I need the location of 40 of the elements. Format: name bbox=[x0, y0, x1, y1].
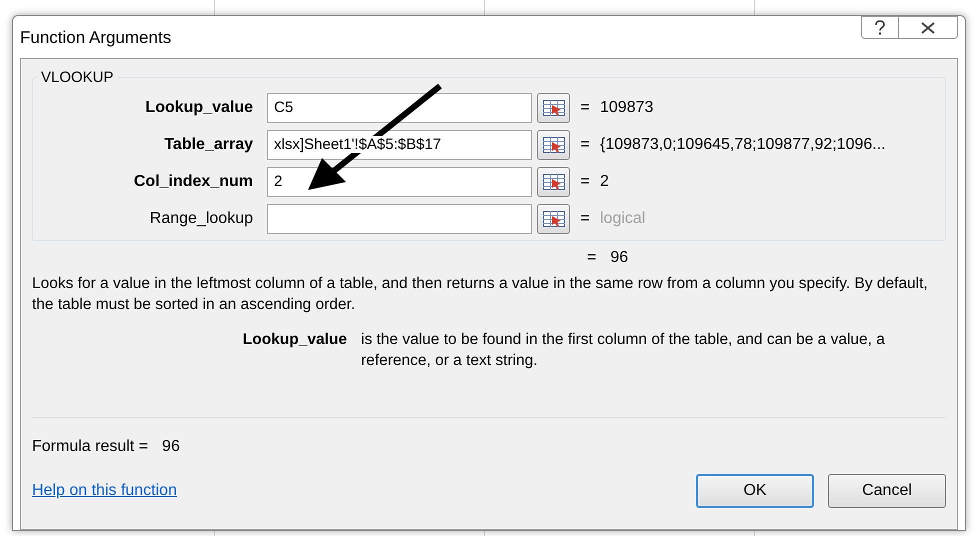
window-title: Function Arguments bbox=[20, 28, 172, 48]
equals-sign: = bbox=[580, 98, 590, 116]
range-select-button[interactable] bbox=[537, 166, 570, 196]
argument-label: Lookup_value bbox=[145, 98, 254, 116]
function-name: VLOOKUP bbox=[40, 69, 115, 86]
equals-sign: = bbox=[580, 172, 590, 190]
argument-input[interactable]: xlsx]Sheet1'!$A$5:$B$17 bbox=[267, 130, 532, 160]
argument-input[interactable] bbox=[267, 204, 532, 234]
argument-input[interactable]: 2 bbox=[267, 166, 532, 196]
close-icon bbox=[921, 22, 935, 34]
formula-result-label: Formula result = bbox=[32, 438, 148, 456]
argument-label: Table_array bbox=[164, 136, 254, 154]
range-select-icon bbox=[542, 136, 564, 152]
help-button[interactable] bbox=[861, 16, 899, 39]
argument-result: {109873,0;109645,78;109877,92;1096... bbox=[600, 136, 887, 154]
argument-label: Col_index_num bbox=[134, 172, 254, 190]
range-select-icon bbox=[542, 100, 564, 116]
equals-sign: = bbox=[580, 136, 590, 154]
ok-button[interactable]: OK bbox=[696, 474, 814, 508]
argument-result: 109873 bbox=[600, 98, 654, 116]
function-result: 96 bbox=[610, 249, 628, 267]
equals-sign: = bbox=[587, 249, 596, 267]
formula-result-value: 96 bbox=[162, 438, 180, 456]
close-button[interactable] bbox=[898, 16, 958, 39]
range-select-icon bbox=[542, 174, 564, 190]
range-select-icon bbox=[542, 210, 564, 226]
function-description: Looks for a value in the leftmost column of a table, and then returns a value in the same row from a column you specify. By default, the table must be sorted in an ascending order. bbox=[32, 274, 929, 315]
argument-help-label: Lookup_value bbox=[242, 330, 347, 350]
help-icon bbox=[874, 20, 886, 36]
range-select-button[interactable] bbox=[537, 130, 570, 160]
argument-label: Range_lookup bbox=[150, 210, 254, 228]
equals-sign: = bbox=[580, 210, 590, 228]
help-link[interactable]: Help on this function bbox=[32, 482, 682, 500]
range-select-button[interactable] bbox=[537, 92, 570, 122]
argument-result: 2 bbox=[600, 172, 610, 190]
argument-help-text: is the value to be found in the first column of the table, and can be a value, a reference, or a text string. bbox=[361, 330, 886, 371]
argument-input[interactable]: C5 bbox=[267, 92, 532, 122]
cancel-button[interactable]: Cancel bbox=[828, 474, 946, 508]
argument-result: logical bbox=[600, 210, 646, 228]
range-select-button[interactable] bbox=[537, 204, 570, 234]
